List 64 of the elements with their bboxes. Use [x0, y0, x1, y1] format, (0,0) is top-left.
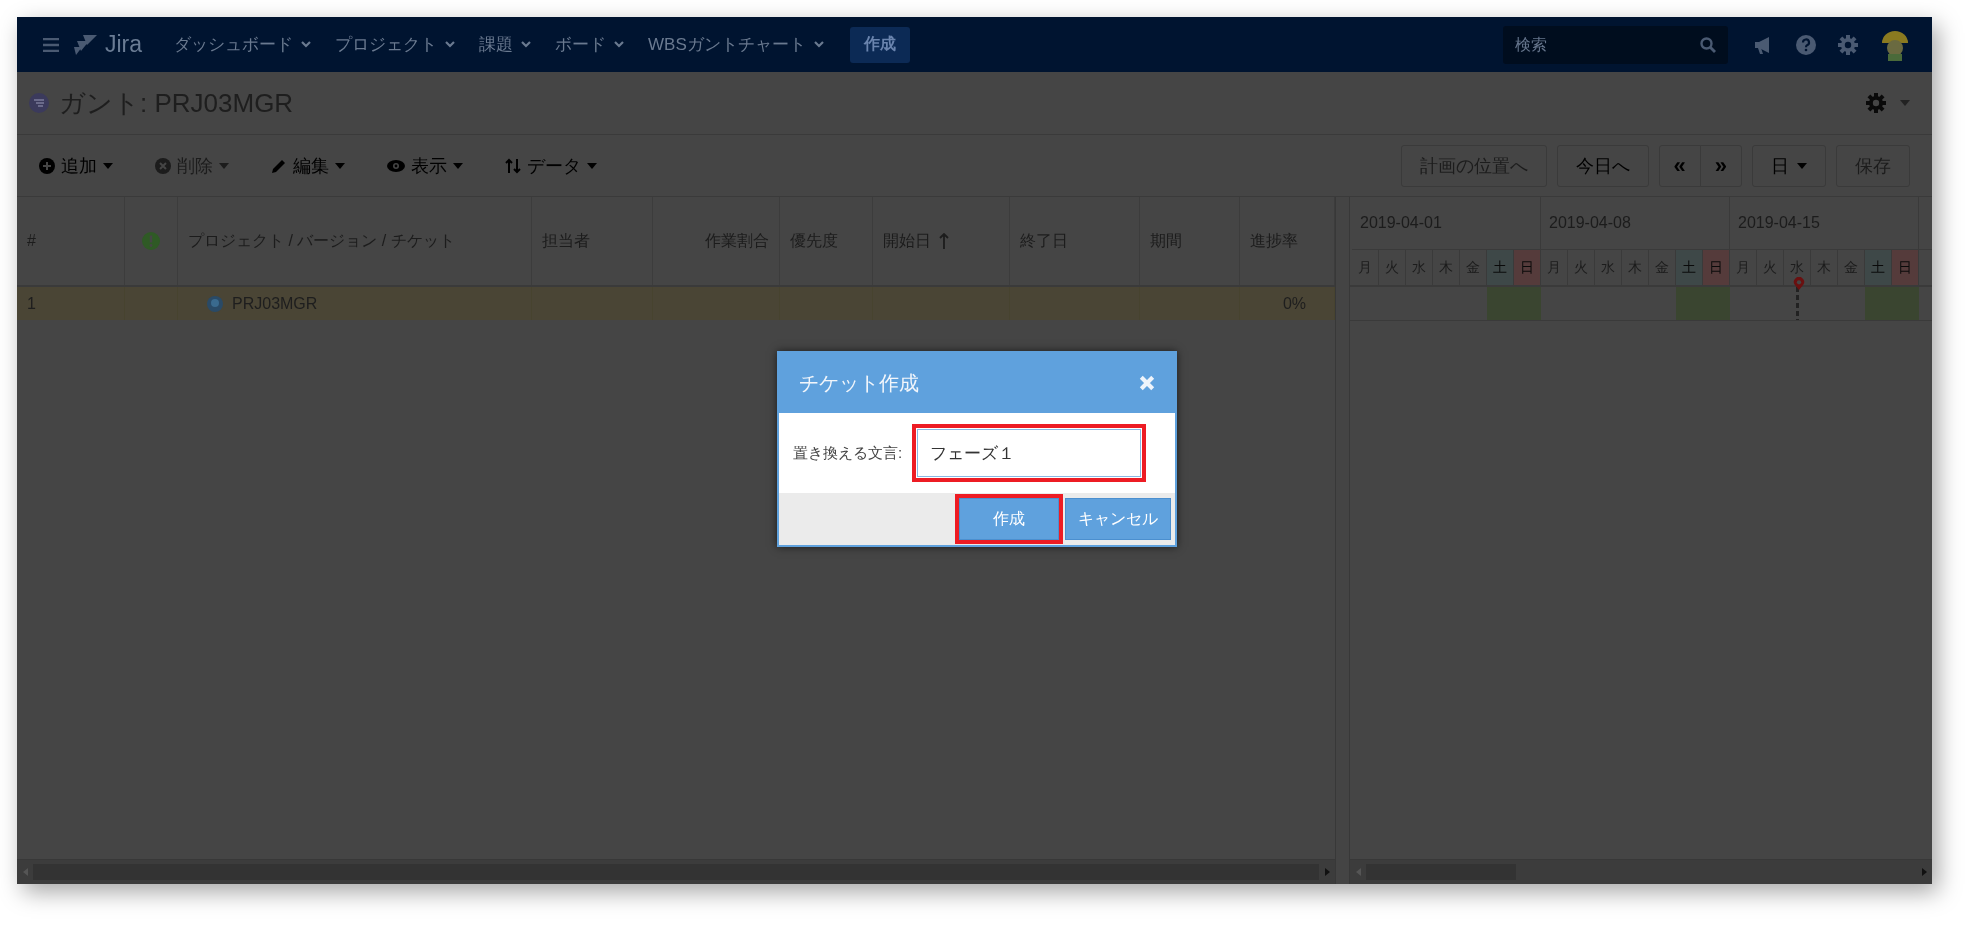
eye-icon: [387, 159, 405, 172]
chevron-icon: [445, 41, 456, 48]
day-label: 日: [1520, 258, 1534, 277]
caret-icon: [103, 162, 113, 169]
chevron-icon: [614, 41, 625, 48]
nav-menu-item[interactable]: プロジェクト: [323, 24, 468, 65]
create-button[interactable]: 作成: [959, 498, 1059, 540]
close-icon[interactable]: [1139, 375, 1155, 391]
day-label: 日: [1709, 258, 1723, 277]
toolbar-menu-button[interactable]: 表示: [387, 145, 477, 186]
toolbar-menu-button[interactable]: 追加: [39, 145, 127, 186]
toolbar-menu-button[interactable]: 編集: [271, 145, 359, 186]
search-icon: [1700, 36, 1716, 53]
project-globe-icon: [206, 294, 224, 313]
logo-icon[interactable]: [73, 32, 99, 57]
toolbar-button[interactable]: 今日へ: [1556, 144, 1649, 187]
gantt-project-icon: [29, 93, 49, 113]
pane-splitter[interactable]: [1335, 197, 1350, 884]
chevron-icon: [813, 41, 824, 48]
caret-icon: [1900, 100, 1910, 106]
caret-icon: [453, 162, 463, 169]
scale-dropdown[interactable]: 日: [1752, 144, 1826, 187]
x-circle-icon: [155, 157, 171, 174]
settings-icon[interactable]: [1838, 34, 1858, 55]
column-header[interactable]: #: [27, 232, 36, 250]
settings-icon[interactable]: [1866, 93, 1886, 113]
previous-button[interactable]: «: [1658, 144, 1701, 187]
replacement-text-field[interactable]: フェーズ１: [917, 429, 1142, 477]
caret-icon: [335, 162, 345, 169]
help-icon[interactable]: [1796, 34, 1816, 55]
create-button[interactable]: 作成: [849, 26, 910, 63]
day-label: 土: [1871, 258, 1885, 277]
day-label: 土: [1493, 258, 1507, 277]
scroll-left-icon[interactable]: [1355, 868, 1361, 876]
caret-icon: [1797, 162, 1807, 169]
scroll-right-icon[interactable]: [1921, 868, 1927, 876]
nav-menu-item[interactable]: WBSガントチャート: [636, 24, 836, 65]
caret-icon: [219, 162, 229, 169]
day-label: 土: [1682, 258, 1696, 277]
day-label: 日: [1898, 258, 1912, 277]
sort-arrows-icon: [505, 157, 521, 174]
scroll-left-icon[interactable]: [22, 868, 28, 876]
nav-menu-item[interactable]: 課題: [467, 24, 544, 65]
nav-menu-item[interactable]: ダッシュボード: [162, 24, 324, 65]
next-button[interactable]: »: [1699, 144, 1742, 187]
logo-text[interactable]: Jira: [105, 31, 143, 58]
caret-icon: [587, 162, 597, 169]
pencil-icon: [271, 157, 287, 174]
horizontal-scrollbar[interactable]: [1350, 859, 1932, 884]
plus-circle-icon: [39, 157, 55, 174]
alert-icon: [142, 232, 160, 250]
avatar-icon[interactable]: [1880, 28, 1910, 61]
cancel-button[interactable]: キャンセル: [1065, 498, 1171, 540]
menu-icon[interactable]: [43, 37, 59, 52]
chevron-icon: [521, 41, 532, 48]
scroll-right-icon[interactable]: [1324, 868, 1330, 876]
horizontal-scrollbar[interactable]: [17, 859, 1335, 884]
field-label: 置き換える文言:: [793, 443, 903, 463]
sort-arrow-icon: [939, 233, 949, 249]
nav-menu-item[interactable]: ボード: [543, 24, 637, 65]
search-field[interactable]: 検索: [1503, 25, 1728, 64]
toolbar-menu-button[interactable]: データ: [505, 145, 611, 186]
chevron-icon: [301, 41, 312, 48]
dialog-title: チケット作成: [799, 370, 919, 396]
